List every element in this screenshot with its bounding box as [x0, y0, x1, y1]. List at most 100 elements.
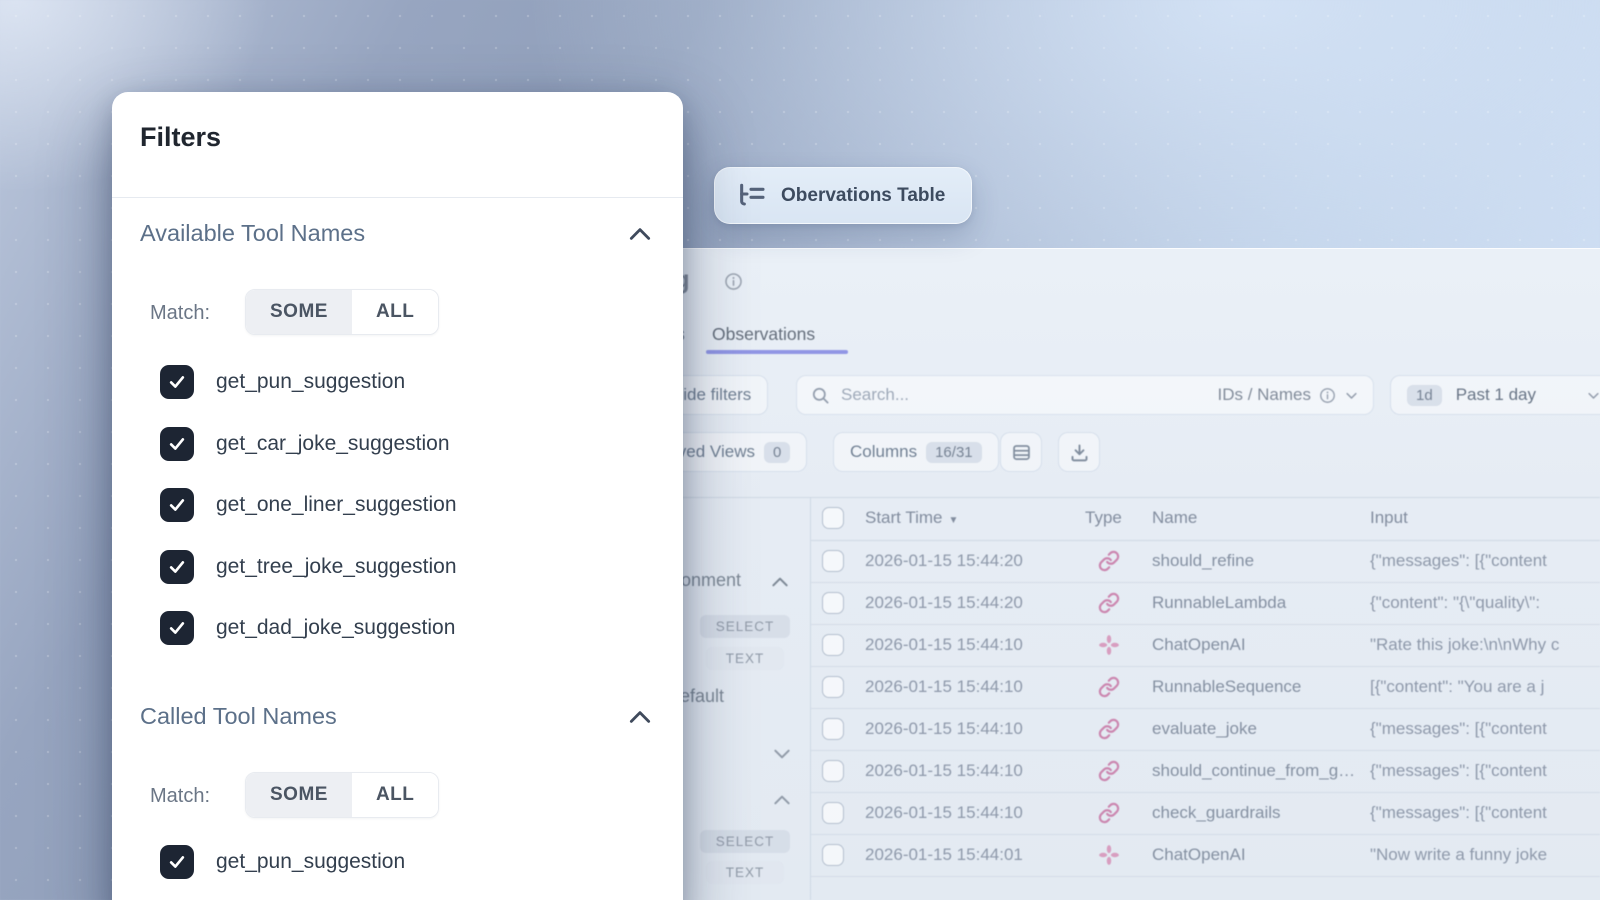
- search-scope-label: IDs / Names: [1217, 385, 1311, 405]
- row-checkbox[interactable]: [822, 592, 844, 614]
- row-divider: [811, 876, 1600, 877]
- row-height-button[interactable]: [1000, 432, 1042, 472]
- sidebar-type-select-toggle[interactable]: SELECT: [700, 830, 790, 853]
- row-divider: [811, 792, 1600, 793]
- modal-divider: [112, 197, 683, 198]
- search-input[interactable]: Search... IDs / Names: [796, 375, 1374, 415]
- link-icon: [1098, 676, 1120, 698]
- row-checkbox[interactable]: [822, 550, 844, 572]
- select-all-checkbox[interactable]: [822, 507, 844, 529]
- sidebar-type-select-toggle[interactable]: SELECT: [700, 615, 790, 638]
- match-all-button[interactable]: ALL: [352, 773, 438, 817]
- info-icon: [1319, 387, 1336, 404]
- sidebar-type-text-toggle[interactable]: TEXT: [706, 861, 784, 884]
- match-mode-toggle: SOME ALL: [245, 772, 439, 818]
- cell-start-time: 2026-01-15 15:44:10: [865, 719, 1023, 739]
- cell-input: "Now write a funny joke: [1370, 845, 1596, 865]
- search-scope-dropdown[interactable]: IDs / Names: [1217, 385, 1359, 405]
- sidebar-type-text-toggle[interactable]: TEXT: [706, 647, 784, 670]
- column-header-input[interactable]: Input: [1370, 508, 1408, 528]
- chevron-down-icon: [1344, 388, 1359, 403]
- checkbox-checked[interactable]: [160, 611, 194, 645]
- cell-name: ChatOpenAI: [1152, 845, 1246, 865]
- match-label: Match:: [150, 785, 210, 808]
- filter-option-row[interactable]: get_car_joke_suggestion: [160, 427, 450, 461]
- table-left-divider: [810, 497, 811, 900]
- download-icon: [1069, 442, 1090, 463]
- search-icon: [811, 386, 830, 405]
- filter-option-row[interactable]: get_pun_suggestion: [160, 365, 405, 399]
- date-range-label: Past 1 day: [1456, 385, 1536, 405]
- row-divider: [811, 750, 1600, 751]
- cell-start-time: 2026-01-15 15:44:10: [865, 635, 1023, 655]
- columns-button[interactable]: Columns 16/31: [833, 432, 999, 472]
- sort-desc-indicator: ▼: [948, 515, 958, 526]
- checkbox-checked[interactable]: [160, 427, 194, 461]
- cell-start-time: 2026-01-15 15:44:10: [865, 761, 1023, 781]
- match-some-button[interactable]: SOME: [246, 290, 352, 334]
- link-icon: [1098, 760, 1120, 782]
- export-button[interactable]: [1058, 432, 1100, 472]
- columns-count-badge: 16/31: [926, 442, 982, 463]
- row-checkbox[interactable]: [822, 676, 844, 698]
- match-all-button[interactable]: ALL: [352, 290, 438, 334]
- chevron-up-icon[interactable]: [770, 574, 790, 590]
- cell-start-time: 2026-01-15 15:44:20: [865, 593, 1023, 613]
- checkbox-checked[interactable]: [160, 550, 194, 584]
- row-checkbox[interactable]: [822, 802, 844, 824]
- cell-name: RunnableLambda: [1152, 593, 1286, 613]
- search-placeholder: Search...: [841, 385, 1217, 405]
- row-checkbox[interactable]: [822, 760, 844, 782]
- checkbox-checked[interactable]: [160, 488, 194, 522]
- row-divider: [811, 582, 1600, 583]
- filter-option-row[interactable]: get_tree_joke_suggestion: [160, 550, 457, 584]
- observations-table-pill[interactable]: Obervations Table: [714, 167, 972, 224]
- link-icon: [1098, 592, 1120, 614]
- chevron-down-icon[interactable]: [772, 746, 792, 762]
- cell-input: {"messages": [{"content: [1370, 551, 1596, 571]
- filters-modal: Filters Available Tool Names Match: SOME…: [112, 92, 683, 900]
- checkbox-checked[interactable]: [160, 845, 194, 879]
- table-top-divider: [636, 497, 1600, 498]
- checkbox-checked[interactable]: [160, 365, 194, 399]
- cell-name: RunnableSequence: [1152, 677, 1301, 697]
- column-header-name[interactable]: Name: [1152, 508, 1197, 528]
- cell-input: [{"content": "You are a j: [1370, 677, 1596, 697]
- row-divider: [811, 624, 1600, 625]
- link-icon: [1098, 802, 1120, 824]
- row-checkbox[interactable]: [822, 718, 844, 740]
- rows-icon: [1011, 442, 1032, 463]
- cell-input: "Rate this joke:\n\nWhy c: [1370, 635, 1596, 655]
- generation-icon: [1098, 844, 1120, 866]
- date-range-badge: 1d: [1407, 385, 1442, 406]
- cell-input: {"content": "{\"quality\":: [1370, 593, 1596, 613]
- cell-start-time: 2026-01-15 15:44:10: [865, 803, 1023, 823]
- filter-option-row[interactable]: get_pun_suggestion: [160, 845, 405, 879]
- chevron-up-icon[interactable]: [772, 792, 792, 808]
- saved-views-count-badge: 0: [764, 442, 790, 463]
- cell-start-time: 2026-01-15 15:44:01: [865, 845, 1023, 865]
- tab-observations[interactable]: Observations: [712, 324, 815, 345]
- cell-name: check_guardrails: [1152, 803, 1281, 823]
- row-divider: [811, 666, 1600, 667]
- filter-option-row[interactable]: get_dad_joke_suggestion: [160, 611, 455, 645]
- cell-name: should_continue_from_g…: [1152, 761, 1355, 781]
- chevron-down-icon: [1586, 388, 1600, 403]
- cell-name: evaluate_joke: [1152, 719, 1257, 739]
- chevron-up-icon[interactable]: [627, 225, 653, 243]
- generation-icon: [1098, 634, 1120, 656]
- row-checkbox[interactable]: [822, 844, 844, 866]
- section-available-tool-names: Available Tool Names: [140, 220, 365, 247]
- match-label: Match:: [150, 302, 210, 325]
- columns-label: Columns: [850, 442, 917, 462]
- filter-option-row[interactable]: get_one_liner_suggestion: [160, 488, 457, 522]
- column-header-start-time[interactable]: Start Time▼: [865, 508, 958, 528]
- match-some-button[interactable]: SOME: [246, 773, 352, 817]
- info-icon: [724, 272, 743, 291]
- row-divider: [811, 834, 1600, 835]
- column-header-type[interactable]: Type: [1085, 508, 1122, 528]
- filters-modal-title: Filters: [140, 122, 221, 153]
- chevron-up-icon[interactable]: [627, 708, 653, 726]
- row-checkbox[interactable]: [822, 634, 844, 656]
- date-range-picker[interactable]: 1d Past 1 day: [1390, 375, 1600, 415]
